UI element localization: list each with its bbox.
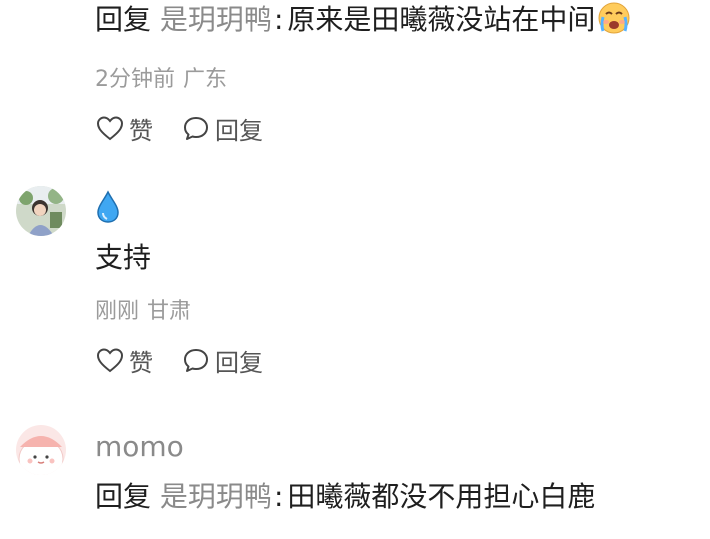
comment-location: 甘肃 [147,299,192,324]
comment-thread: 回复 是玥玥鸭: 原来是田曦薇没站在中间 2分钟前 广东 赞 回复 支持 刚刚 … [0,0,710,539]
comment-time: 2分钟前 [95,67,175,92]
like-button[interactable]: 赞 [95,343,153,378]
like-label: 赞 [129,348,153,377]
reply-button[interactable]: 回复 [181,343,263,378]
reply-target-username[interactable]: 是玥玥鸭 [160,480,272,513]
reply-label: 回复 [215,116,263,145]
avatar[interactable] [16,186,66,236]
comment-bubble-icon [184,117,208,140]
reply-colon: : [273,3,284,36]
reply-label: 回复 [215,348,263,377]
heart-icon [96,116,124,141]
reply-prefix: 回复 [95,480,152,513]
comment-username[interactable]: momo [95,427,700,467]
crying-face-emoji [597,1,631,46]
comment-content: 田曦薇都没不用担心白鹿 [287,480,596,513]
comment-text: 回复 是玥玥鸭: 原来是田曦薇没站在中间 [95,0,700,46]
username-icon[interactable] [95,190,700,228]
comment-location: 广东 [183,67,228,92]
comment-bubble-icon [184,349,208,372]
comment-text: 回复 是玥玥鸭: 田曦薇都没不用担心白鹿 [95,477,700,517]
comment-actions: 赞 回复 [95,342,700,378]
reply-colon: : [273,480,284,513]
comment-meta: 刚刚 甘肃 [95,296,700,328]
comment-content: 支持 [95,241,152,274]
comment-content: 原来是田曦薇没站在中间 [287,3,596,36]
avatar[interactable] [16,425,66,475]
comment-meta: 2分钟前 广东 [95,64,700,96]
reply-target-username[interactable]: 是玥玥鸭 [160,3,272,36]
reply-prefix: 回复 [95,3,152,36]
reply-button[interactable]: 回复 [181,111,263,146]
comment-time: 刚刚 [95,299,140,324]
comment-actions: 赞 回复 [95,110,700,146]
water-drop-icon [97,190,119,223]
like-button[interactable]: 赞 [95,111,153,146]
heart-icon [96,348,124,373]
like-label: 赞 [129,116,153,145]
